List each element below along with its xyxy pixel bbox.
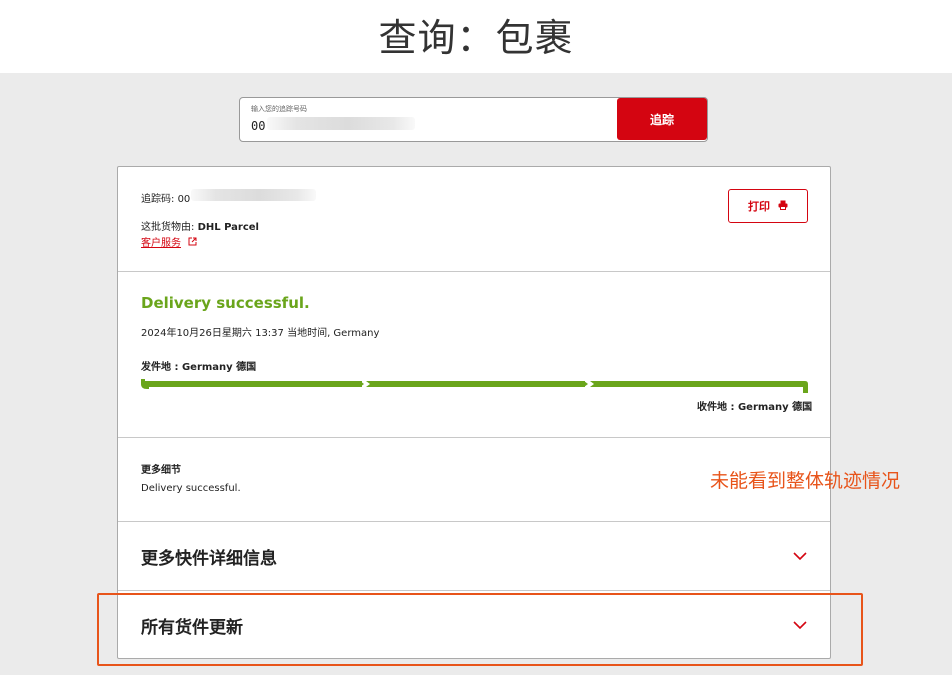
carrier-row: 这批货物由: DHL Parcel: [141, 218, 259, 233]
chevron-down-icon[interactable]: [792, 551, 808, 561]
progress-segment-1-fill: [143, 381, 362, 387]
carrier-label: 这批货物由:: [141, 222, 195, 233]
print-button[interactable]: 打印: [728, 189, 808, 223]
more-details-heading: 更多细节: [141, 465, 181, 476]
progress-segment-2-arrow: [584, 381, 588, 387]
redacted-tracking-number: [267, 117, 415, 130]
customer-service-link[interactable]: 客户服务: [141, 238, 181, 249]
delivery-status-title: Delivery successful.: [141, 294, 310, 312]
customer-service-row[interactable]: 客户服务: [141, 234, 197, 249]
page-header: 查询：包裹: [0, 0, 952, 73]
printer-icon: [778, 200, 788, 213]
redacted-tracking-code: [191, 189, 316, 201]
page-title: 查询：包裹: [378, 16, 574, 60]
destination-label: 收件地 : Germany 德国: [697, 402, 813, 413]
print-label: 打印: [748, 200, 770, 213]
shipment-card: 追踪码: 00 这批货物由: DHL Parcel 客户服务 打印 Delive…: [117, 166, 831, 659]
tracking-code-value: 00: [177, 194, 191, 205]
annotation-note: 未能看到整体轨迹情况: [710, 470, 901, 492]
tracking-number-input[interactable]: 00: [251, 119, 265, 133]
tracking-code-row: 追踪码: 00: [141, 190, 190, 205]
tracking-code-label: 追踪码:: [141, 194, 175, 205]
progress-end-cap: [800, 381, 808, 393]
shipment-progress-bar: [141, 379, 808, 393]
delivery-datetime: 2024年10月26日星期六 13:37 当地时间, Germany: [141, 328, 380, 339]
external-link-icon: [188, 237, 197, 249]
annotation-highlight-box: [97, 593, 863, 666]
more-details-text: Delivery successful.: [141, 483, 241, 494]
search-label: 输入您的追踪号码: [251, 105, 307, 113]
progress-segment-3-fill: [590, 381, 802, 387]
more-shipment-info-title: 更多快件详细信息: [141, 549, 277, 569]
origin-label: 发件地 : Germany 德国: [141, 362, 257, 373]
progress-start-cap: [141, 379, 149, 389]
progress-segment-2-fill: [366, 381, 585, 387]
carrier-name: DHL Parcel: [197, 222, 259, 233]
more-shipment-info-accordion[interactable]: 更多快件详细信息: [118, 522, 830, 590]
section-divider: [118, 437, 830, 438]
section-divider: [118, 271, 830, 272]
track-button[interactable]: 追踪: [617, 98, 707, 140]
